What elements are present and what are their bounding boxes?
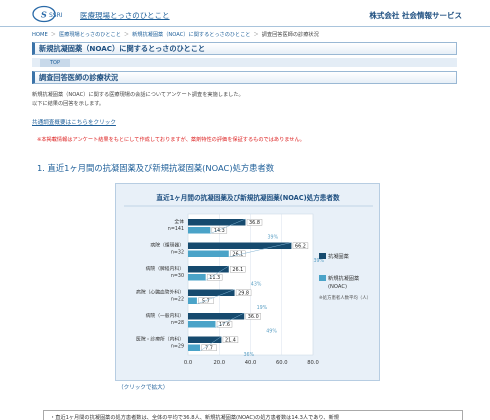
legend-swatch-anticoagulant [319,253,326,259]
top-link[interactable]: TOP [40,59,70,67]
category-label: 病院（脾経内科） [146,265,184,272]
category-n-label: n=29 [171,344,184,350]
category-n-label: n=28 [171,320,184,326]
bar-noac [188,297,197,304]
category-label: 病院（心臓血管外科） [136,289,184,296]
category-n-label: n=22 [171,297,184,303]
bar-anticoagulant [188,289,235,296]
intro-text: 新規抗凝固薬（NOAC）に関する医療現場の会話についてアンケート調査を実施しまし… [32,91,244,108]
breadcrumb-current: 調査回答医師の診療状況 [261,32,319,38]
bar-anticoagulant [188,219,246,226]
intro-line-1: 新規抗凝固薬（NOAC）に関する医療現場の会話についてアンケート調査を実施しまし… [32,92,244,98]
value-label-noac: 26.1 [232,252,243,258]
survey-summary-link[interactable]: 共通調査概要はこちらをクリック [32,118,116,126]
chart-title: 直近1ヶ月間の抗凝固薬及び新規抗凝固薬(NOAC)処方患者数 [156,193,340,202]
section-title: 調査回答医師の診療状況 [32,71,457,84]
chart-image[interactable]: 直近1ヶ月間の抗凝固薬及び新規抗凝固薬(NOAC)処方患者数 0.0 20.0 40.… [115,183,380,381]
category-n-label: n=32 [171,250,184,256]
breadcrumb-noac[interactable]: 新規抗凝固薬（NOAC）に関するとっさのひとこと [132,32,250,38]
intro-line-2: 以下に結果の回答を示します。 [32,100,105,107]
value-label-noac: 14.3 [214,228,225,234]
value-label-noac: 11.3 [209,275,220,281]
bar-noac [188,250,229,257]
value-label-anticoagulant: 36.0 [248,314,259,320]
percentage-label: 43% [251,282,262,288]
category-label: 医院・診療所（内科） [136,336,184,343]
bar-chart: 直近1ヶ月間の抗凝固薬及び新規抗凝固薬(NOAC)処方患者数 0.0 20.0 40.… [124,193,373,366]
percentage-label: 19% [257,305,268,311]
legend-label-anticoagulant: 抗凝固薬 [328,252,349,260]
category-label: 全体 [174,218,184,225]
svg-text:S: S [41,10,47,20]
breadcrumb: HOME ＞医療現場とっさのひとこと＞新規抗凝固薬（NOAC）に関するとっさのひと… [32,32,319,38]
x-tick-label: 0.0 [184,360,192,366]
bar-noac [188,227,211,234]
x-tick-label: 60.0 [276,360,288,366]
legend-label-noac: 新規抗凝固薬 [328,274,359,282]
disclaimer-notice: ※本掲載情報はアンケート結果をもとにして作成しておりますが、薬剤特性の評価を保証… [37,137,305,143]
category-n-label: n=141 [168,226,184,232]
site-header: S SSRI 医療現場とっさのひとこと 株式会社 社会情報サービス [0,0,490,27]
bottom-note: ・直近1ヶ月間の抗凝固薬の処方患者数は、全体の平均で36.8人、新規抗凝固薬(N… [43,410,463,420]
value-label-anticoagulant: 21.4 [225,338,236,344]
breadcrumb-home[interactable]: HOME [32,32,48,38]
x-tick-label: 20.0 [213,360,225,366]
value-label-anticoagulant: 26.1 [232,267,243,273]
ssri-logo[interactable]: S SSRI [32,5,72,23]
legend-swatch-noac [319,275,326,281]
enlarge-link[interactable]: （クリックで拡大） [118,383,168,391]
x-tick-label: 80.0 [307,360,319,366]
legend-label-noac-suffix: (NOAC) [328,284,347,290]
bar-anticoagulant [188,266,229,273]
category-label: 病院（循環器） [150,242,184,249]
bar-anticoagulant [188,242,292,249]
legend-note: ※処方患者人数平均（人） [319,294,371,301]
bar-noac [188,344,201,351]
x-tick-label: 40.0 [245,360,257,366]
page-title: 新規抗凝固薬（NOAC）に関するとっさのひとこと [32,42,457,55]
value-label-anticoagulant: 29.8 [238,291,249,297]
bar-noac [188,274,206,281]
category-label: 病院（一般内科） [146,312,184,319]
site-title-link[interactable]: 医療現場とっさのひとこと [80,10,170,21]
question-title: 1. 直近1ヶ月間の抗凝固薬及び新規抗凝固薬(NOAC)処方患者数 [37,163,275,173]
value-label-noac: 7.7 [205,346,213,352]
bar-noac [188,321,216,328]
percentage-label: 49% [266,329,277,335]
percentage-label: 36% [243,352,254,358]
value-label-anticoagulant: 36.8 [249,220,260,226]
category-n-label: n=30 [171,273,184,279]
company-name: 株式会社 社会情報サービス [369,11,462,20]
value-label-anticoagulant: 66.2 [295,244,306,250]
logo-text: SSRI [49,12,63,19]
top-tab-bar: TOP [32,58,457,67]
bar-anticoagulant [188,313,245,320]
percentage-label: 39% [268,235,279,241]
breadcrumb-site[interactable]: 医療現場とっさのひとこと [59,32,121,38]
